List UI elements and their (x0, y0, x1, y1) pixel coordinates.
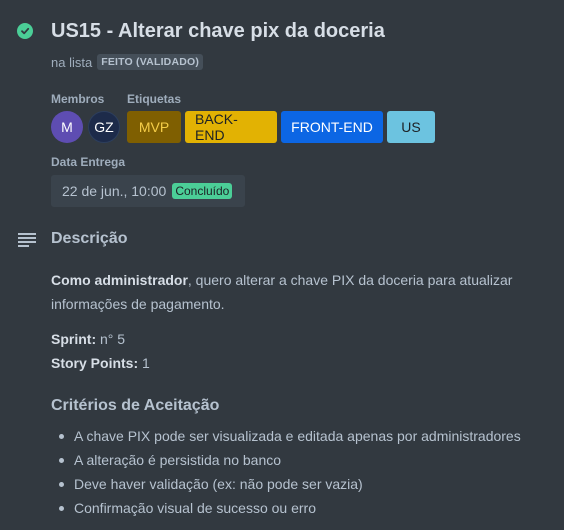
story-points-value: 1 (142, 355, 150, 371)
description-intro-bold: Como administrador (51, 272, 188, 288)
list-info: na lista FEITO (VALIDADO) (51, 54, 204, 70)
card-detail: US15 - Alterar chave pix da doceria na l… (0, 0, 564, 530)
avatar[interactable]: GZ (88, 111, 120, 143)
check-circle-icon[interactable] (17, 23, 33, 39)
label-us[interactable]: US (387, 111, 435, 143)
members-label: Membros (51, 92, 105, 106)
labels-label: Etiquetas (127, 92, 182, 106)
avatar[interactable]: M (51, 111, 83, 143)
card-title[interactable]: US15 - Alterar chave pix da doceria (51, 20, 385, 43)
list-prefix: na lista (51, 54, 93, 70)
sprint-label: Sprint: (51, 331, 97, 347)
list-item: A alteração é persistida no banco (51, 448, 521, 472)
description-text[interactable]: Como administrador, quero alterar a chav… (51, 268, 521, 316)
labels-list: MVP BACK-END FRONT-END US (127, 111, 435, 143)
criteria-list: A chave PIX pode ser visualizada e edita… (51, 424, 521, 520)
list-name-chip[interactable]: FEITO (VALIDADO) (97, 54, 204, 70)
label-front-end[interactable]: FRONT-END (281, 111, 383, 143)
members-list: M GZ (51, 111, 120, 143)
sprint-line: Sprint: n° 5 (51, 331, 125, 347)
label-back-end[interactable]: BACK-END (185, 111, 277, 143)
label-mvp[interactable]: MVP (127, 111, 181, 143)
due-date-value: 22 de jun., 10:00 (62, 183, 167, 199)
list-item: Deve haver validação (ex: não pode ser v… (51, 472, 521, 496)
sprint-value: n° 5 (100, 331, 126, 347)
status-badge: Concluído (172, 183, 233, 199)
list-item: Confirmação visual de sucesso ou erro (51, 496, 521, 520)
story-points-line: Story Points: 1 (51, 355, 150, 371)
description-lines-icon (18, 233, 36, 247)
story-points-label: Story Points: (51, 355, 139, 371)
criteria-heading: Critérios de Aceitação (51, 397, 220, 414)
due-date-button[interactable]: 22 de jun., 10:00 Concluído (51, 175, 245, 207)
description-heading: Descrição (51, 230, 128, 247)
due-date-label: Data Entrega (51, 155, 126, 169)
list-item: A chave PIX pode ser visualizada e edita… (51, 424, 521, 448)
